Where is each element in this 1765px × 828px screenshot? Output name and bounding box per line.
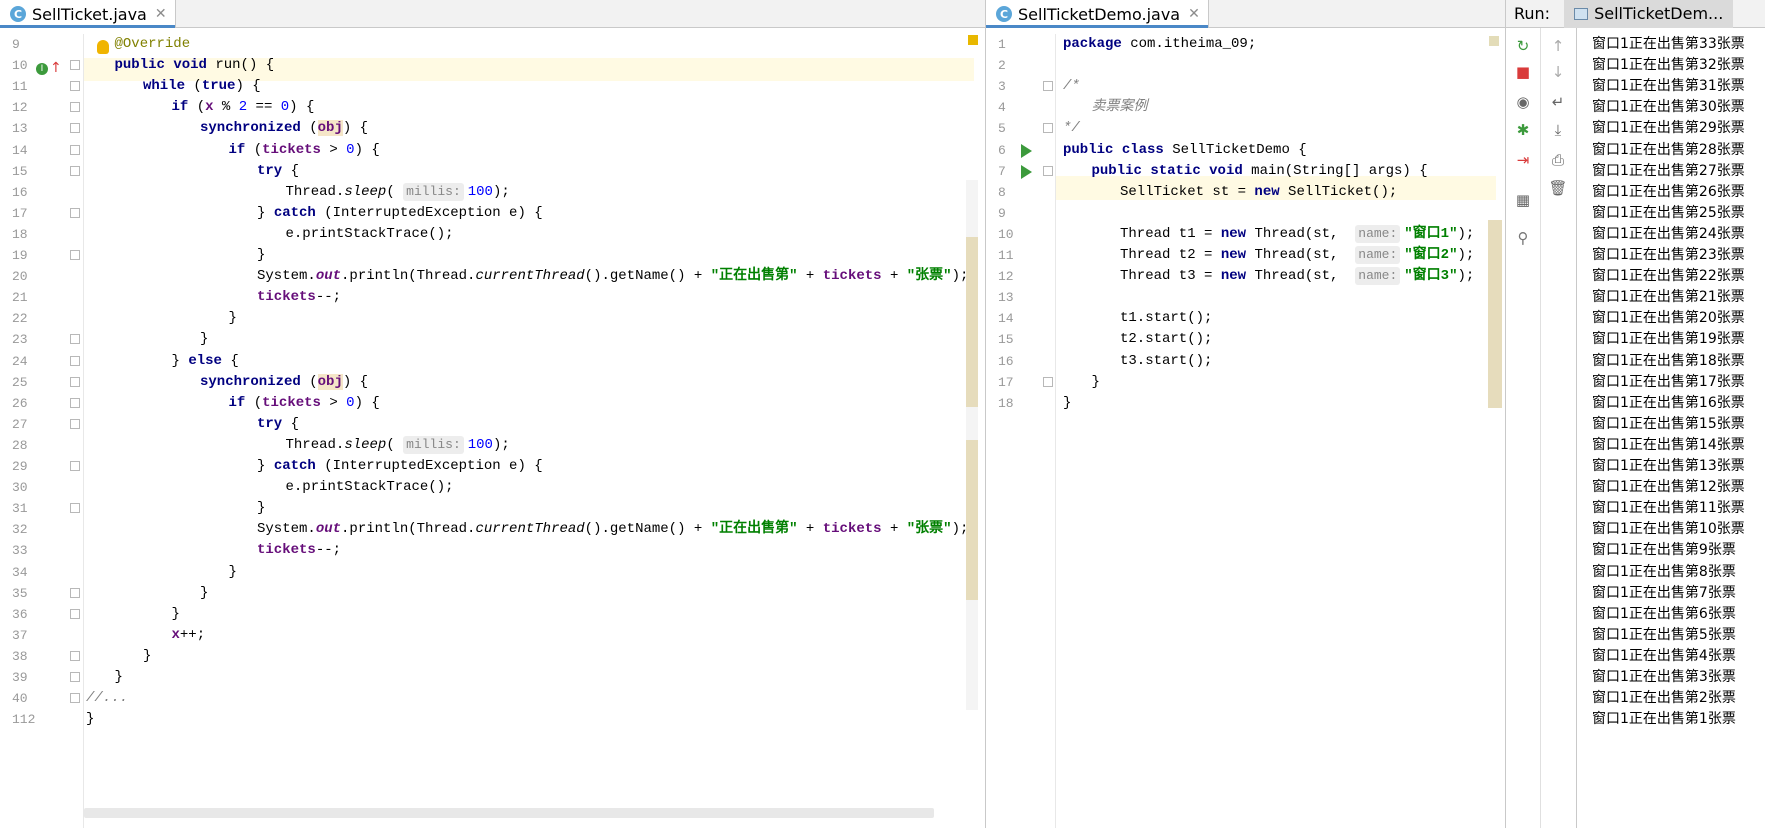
console-output-line[interactable]: 窗口1正在出售第1张票 [1592,708,1736,732]
line-number: 112 [12,712,36,728]
tab-sellticketdemo-java[interactable]: C SellTicketDemo.java ✕ [986,0,1209,28]
pin-icon[interactable]: ⚲ [1513,228,1533,248]
stop-icon[interactable]: ■ [1513,62,1533,82]
left-editor-pane: C SellTicket.java ✕ 9 10 11 12 13 14 15 16 17 18 1… [0,0,985,828]
right-code-area[interactable]: package com.itheima_09;/* 卖票案例 */public cl… [1063,34,1493,828]
run-toolbar-right: ↑ ↓ ↵ ⤓ ⎙ 🗑 [1540,28,1574,828]
arrow-up-icon: ↑ [50,60,62,76]
tab-sellticket-java[interactable]: C SellTicket.java ✕ [0,0,176,28]
fold-marker[interactable] [70,608,80,619]
lightbulb-icon[interactable] [97,40,109,54]
run-gutter-icon[interactable] [1021,164,1032,179]
fold-marker[interactable] [1043,376,1053,387]
run-header: Run: SellTicketDem... [1506,0,1765,28]
run-config-label: SellTicketDem... [1594,4,1724,23]
camera-icon[interactable]: ◉ [1513,92,1533,112]
left-code-line[interactable]: if (tickets > 0) { [229,139,380,163]
left-code-line[interactable]: System.out.println(Thread.currentThread(… [257,518,968,542]
run-gutter-icon[interactable] [1021,143,1032,158]
right-code-line[interactable]: } [1092,371,1100,395]
fold-marker[interactable] [70,397,80,408]
left-code-line[interactable]: tickets--; [257,539,341,563]
left-code-line[interactable]: } [200,582,208,606]
left-editor-tabbar: C SellTicket.java ✕ [0,0,985,28]
down-arrow-icon[interactable]: ↓ [1548,62,1568,82]
close-icon[interactable]: ✕ [1188,6,1200,22]
left-code-line[interactable]: e.printStackTrace(); [286,476,454,500]
fold-marker[interactable] [70,334,80,345]
implements-method-icon[interactable]: I [36,63,48,75]
right-code-line[interactable]: Thread t3 = new Thread(st, name: "窗口3"); [1120,265,1474,289]
status-marker[interactable] [1489,36,1499,46]
left-code-line[interactable]: if (tickets > 0) { [229,392,380,416]
left-code-line[interactable]: x++; [172,624,206,648]
run-config-tab[interactable]: SellTicketDem... [1564,0,1734,28]
console-output[interactable]: 窗口1正在出售第33张票 窗口1正在出售第32张票 窗口1正在出售第31张票 窗口1正… [1576,28,1765,828]
right-code-line[interactable]: package com.itheima_09; [1063,33,1256,57]
run-label: Run: [1514,4,1551,23]
debug-icon[interactable]: ✱ [1513,120,1533,140]
right-code-line[interactable]: } [1063,392,1071,416]
fold-marker[interactable] [70,587,80,598]
run-panel: Run: SellTicketDem... ↻ ■ ◉ ✱ ⇥ ▦ ⚲ ↑ ↓ ↵ ⤓ ⎙ 🗑 窗口1… [1505,0,1765,828]
left-code-line[interactable]: } [229,561,237,585]
right-editor-tabbar: C SellTicketDemo.java ✕ [986,0,1505,28]
left-code-line[interactable]: e.printStackTrace(); [286,223,454,247]
fold-marker[interactable] [70,355,80,366]
right-line-gutter[interactable]: 1 2 3 4 5 6 7 8 9 10 11 12 13 14 15 16 17 18 [986,34,1056,828]
fold-marker[interactable] [70,165,80,176]
scroll-to-end-icon[interactable]: ⤓ [1548,120,1568,140]
fold-marker[interactable] [70,207,80,218]
fold-marker[interactable] [70,81,80,92]
left-code-line[interactable]: } [143,645,151,669]
exit-icon[interactable]: ⇥ [1513,150,1533,170]
fold-marker[interactable] [1043,81,1053,92]
fold-marker[interactable] [70,418,80,429]
fold-marker[interactable] [70,650,80,661]
right-editor-pane: C SellTicketDemo.java ✕ 1 2 3 4 5 6 7 8 9 10 11 12 1… [985,0,1505,828]
tab-label: SellTicket.java [32,4,147,24]
left-code-line[interactable]: } [229,307,237,331]
line-number: 18 [998,395,1014,411]
fold-marker[interactable] [70,461,80,471]
fold-marker[interactable] [70,250,80,260]
fold-marker[interactable] [70,144,80,155]
warning-marker[interactable] [968,35,978,45]
fold-marker[interactable] [70,693,80,704]
right-code-line[interactable]: /* [1063,75,1080,99]
close-icon[interactable]: ✕ [155,6,167,22]
fold-marker[interactable] [70,60,80,71]
run-toolbar-left: ↻ ■ ◉ ✱ ⇥ ▦ ⚲ [1506,28,1540,828]
left-code-line[interactable]: System.out.println(Thread.currentThread(… [257,265,968,289]
fold-marker[interactable] [1043,123,1053,134]
right-code-line[interactable]: SellTicket st = new SellTicket(); [1120,181,1397,205]
rerun-icon[interactable]: ↻ [1513,36,1533,56]
right-code-line[interactable]: 卖票案例 [1092,96,1148,120]
left-line-gutter[interactable]: 9 10 11 12 13 14 15 16 17 18 19 20 21 22 23 24 25 26 27 28 2… [0,34,84,828]
fold-marker[interactable] [1043,165,1053,176]
fold-marker[interactable] [70,672,80,682]
fold-marker[interactable] [70,123,80,134]
left-code-line[interactable]: } [86,708,94,732]
tab-label: SellTicketDemo.java [1018,4,1181,24]
console-icon [1574,7,1589,20]
right-scrollbar[interactable] [1488,220,1502,408]
fold-marker[interactable] [70,503,80,514]
java-class-icon: C [996,6,1012,22]
left-code-line[interactable]: tickets--; [257,286,341,310]
left-code-area[interactable]: @Override public void run() {while (true)… [86,34,976,828]
trash-icon[interactable]: 🗑 [1548,178,1568,198]
fold-marker[interactable] [70,376,80,387]
java-class-icon: C [10,6,26,22]
right-code-line[interactable]: t3.start(); [1120,350,1212,374]
soft-wrap-icon[interactable]: ↵ [1548,92,1568,112]
layout-icon[interactable]: ▦ [1513,190,1533,210]
print-icon[interactable]: ⎙ [1548,150,1568,170]
left-horizontal-scrollbar[interactable] [84,808,934,818]
up-arrow-icon[interactable]: ↑ [1548,36,1568,56]
fold-marker[interactable] [70,102,80,113]
